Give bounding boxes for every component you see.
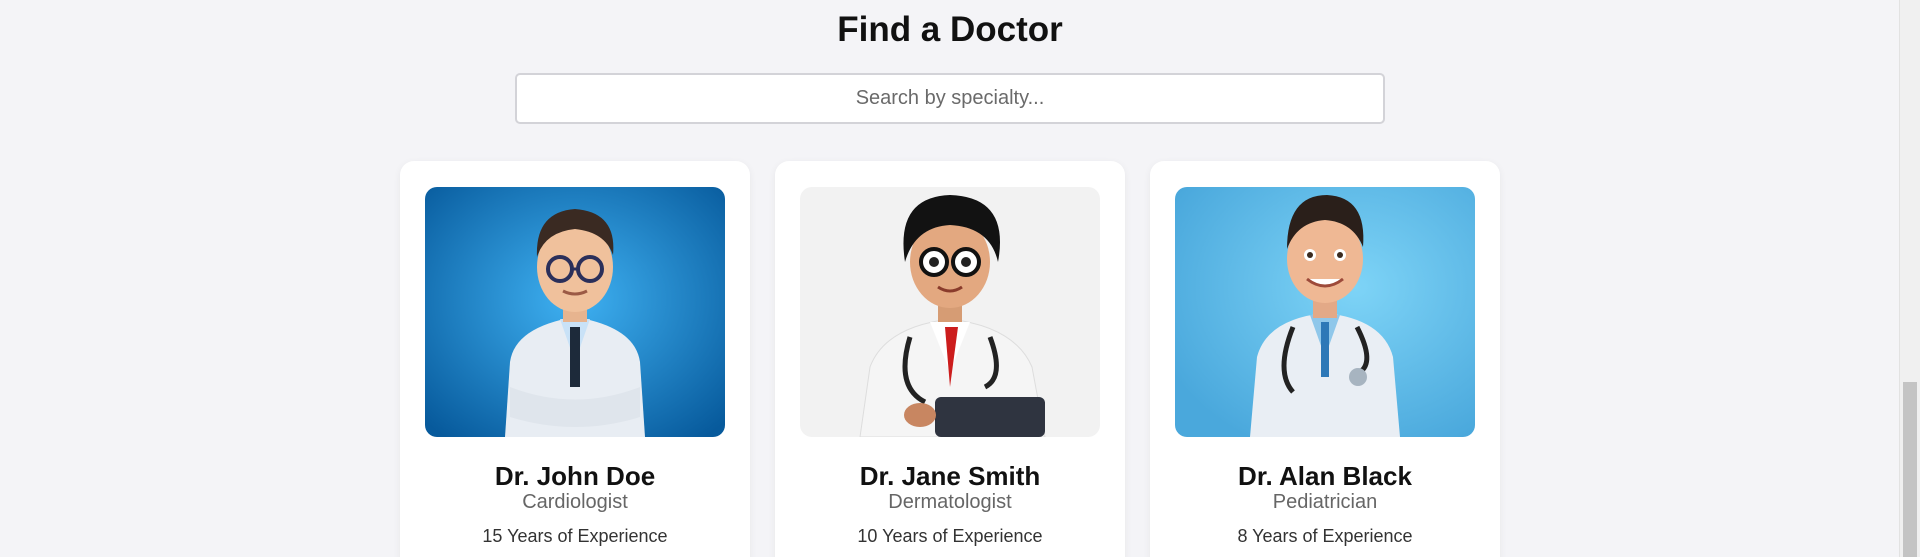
doctor-avatar-image <box>800 187 1100 437</box>
vertical-scrollbar[interactable] <box>1899 0 1920 557</box>
doctor-avatar-image <box>1175 187 1475 437</box>
page: Find a Doctor Search by specialty... Dr.… <box>0 0 1920 557</box>
doctor-experience: 15 Years of Experience <box>482 526 668 546</box>
doctor-card-list: Dr. John Doe Cardiologist 15 Years of Ex… <box>400 161 1500 557</box>
doctor-name: Dr. Jane Smith <box>859 461 1041 491</box>
doctor-specialty: Pediatrician <box>1272 491 1378 513</box>
doctor-specialty: Cardiologist <box>522 491 628 513</box>
doctor-photo <box>425 187 725 437</box>
doctor-experience: 8 Years of Experience <box>1237 526 1413 546</box>
doctor-card[interactable]: Dr. John Doe Cardiologist 15 Years of Ex… <box>400 161 750 557</box>
doctor-name: Dr. Alan Black <box>1238 461 1412 491</box>
doctor-card[interactable]: Dr. Alan Black Pediatrician 8 Years of E… <box>1150 161 1500 557</box>
scrollbar-thumb[interactable] <box>1903 382 1917 557</box>
doctor-name: Dr. John Doe <box>494 461 656 491</box>
doctor-experience: 10 Years of Experience <box>857 526 1043 546</box>
doctor-specialty: Dermatologist <box>888 491 1012 513</box>
doctor-card[interactable]: Dr. Jane Smith Dermatologist 10 Years of… <box>775 161 1125 557</box>
doctor-photo <box>800 187 1100 437</box>
doctor-photo <box>1175 187 1475 437</box>
doctor-avatar-image <box>425 187 725 437</box>
page-title: Find a Doctor <box>837 10 1063 49</box>
search-input[interactable] <box>515 73 1385 124</box>
